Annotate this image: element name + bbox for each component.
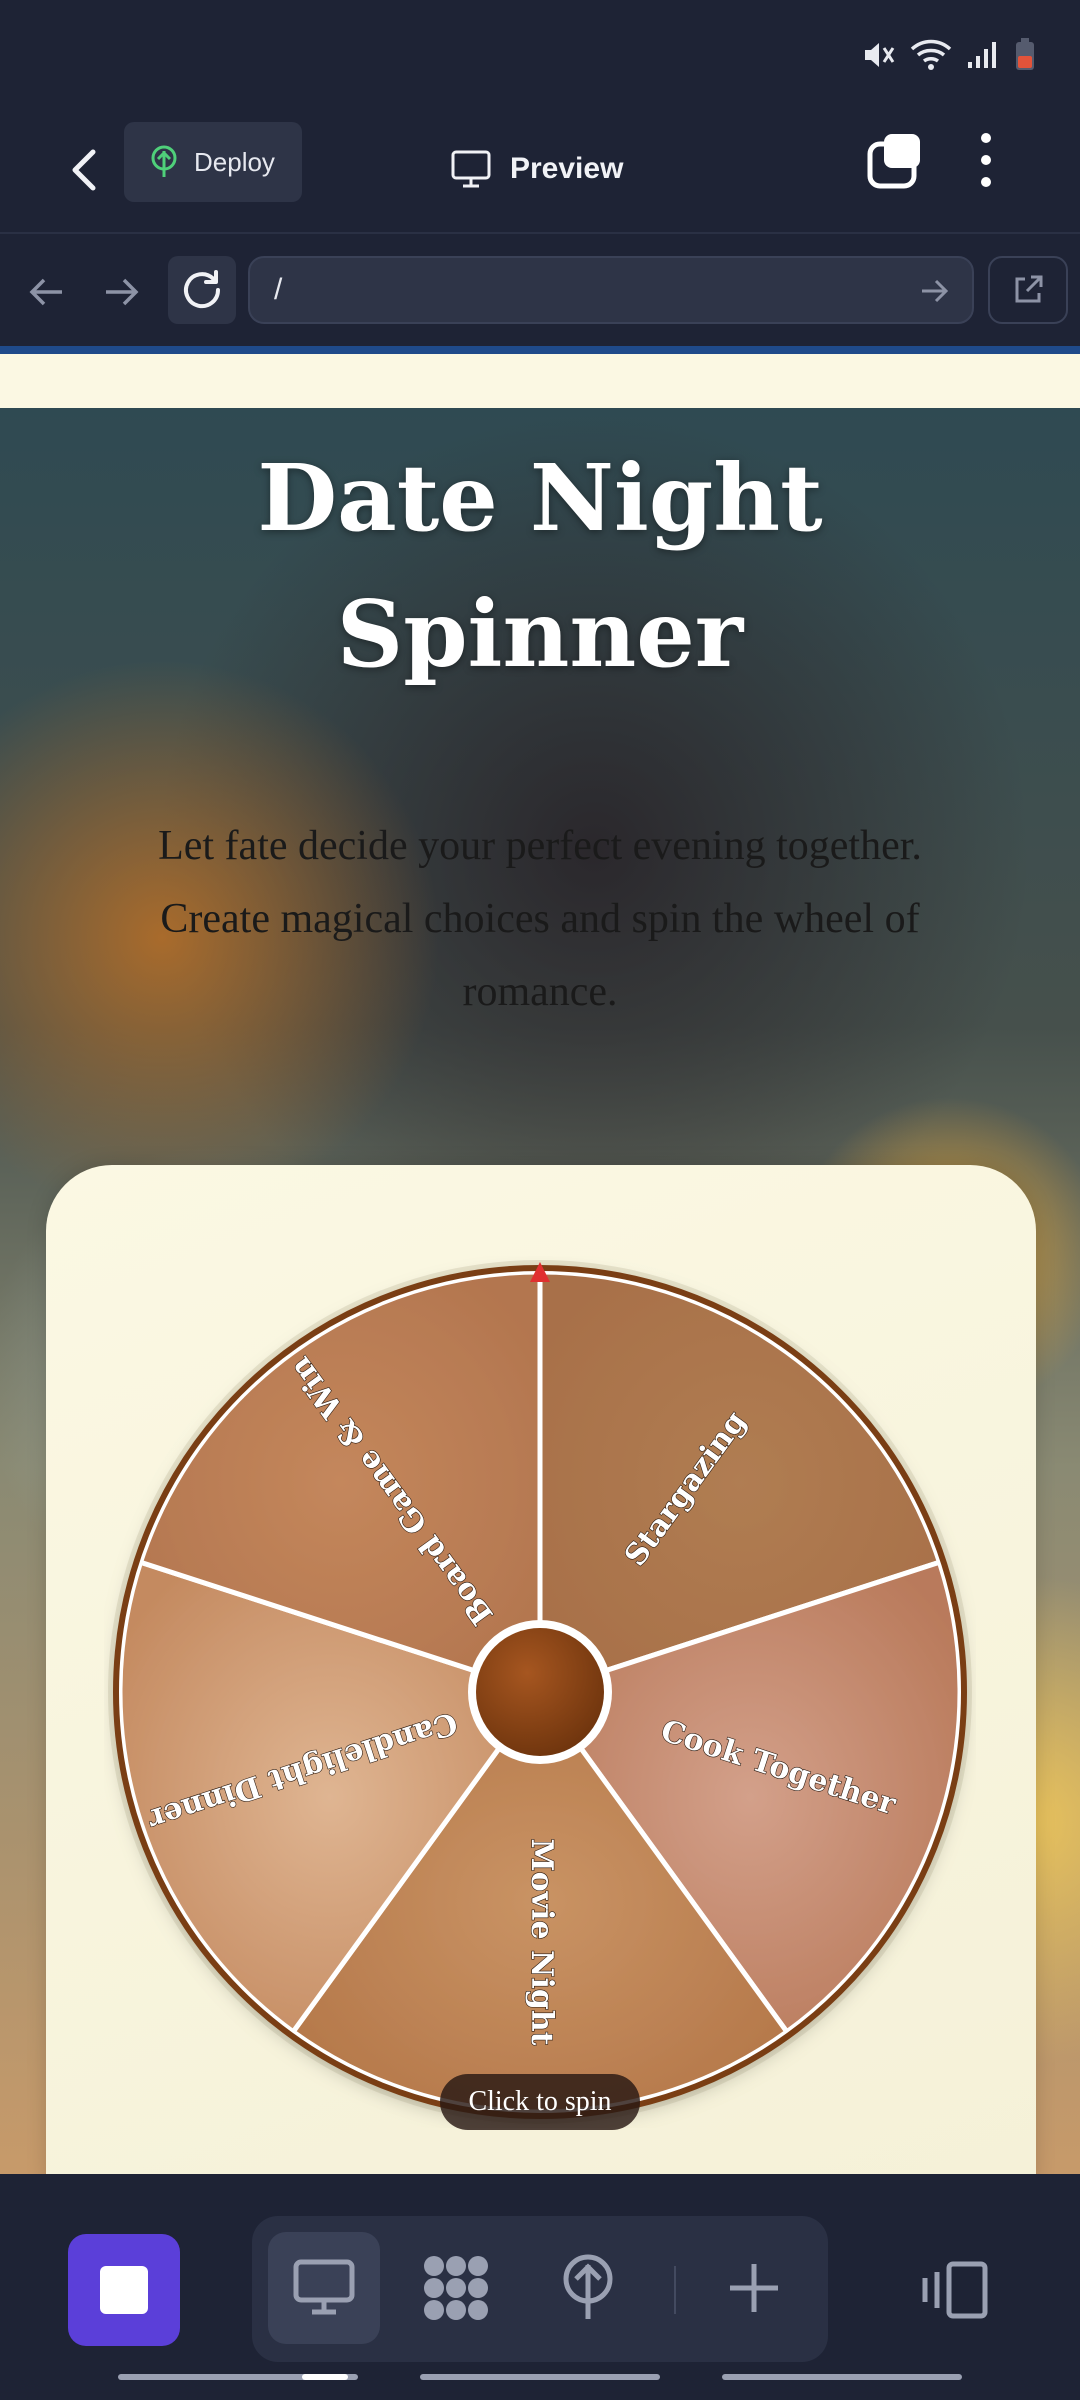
- page-subtitle: Let fate decide your perfect evening tog…: [40, 810, 1040, 1029]
- stop-icon: [100, 2266, 148, 2314]
- deploy-label: Deploy: [194, 146, 275, 177]
- reload-icon: [184, 270, 221, 309]
- page-progress-line: [0, 346, 1080, 354]
- browser-toolbar: /: [0, 232, 1080, 348]
- back-button[interactable]: [56, 134, 112, 206]
- spinner-wheel[interactable]: Stargazing Cook Together Movie Night Candle…: [104, 1256, 976, 2128]
- spin-button[interactable]: Click to spin: [440, 2074, 640, 2130]
- monitor-icon: [451, 150, 491, 188]
- chevron-left-icon: [72, 149, 96, 191]
- nav-back-button[interactable]: [18, 264, 74, 320]
- add-button[interactable]: [698, 2232, 810, 2344]
- title-line: Date Night: [257, 444, 823, 552]
- external-link-icon: [1015, 275, 1043, 303]
- desktop-view-button[interactable]: [268, 2232, 380, 2344]
- more-vertical-icon: [981, 133, 991, 187]
- plus-icon: [730, 2264, 778, 2312]
- wheel-segment-label: Movie Night: [524, 1838, 559, 2045]
- monitor-icon: [293, 2259, 355, 2315]
- bottom-toolbar: [0, 2174, 1080, 2400]
- arrow-left-icon: [29, 278, 62, 306]
- gesture-bar: [420, 2374, 660, 2380]
- url-input[interactable]: /: [248, 256, 974, 324]
- deploy-icon: [151, 145, 177, 177]
- wheel-hub[interactable]: [476, 1628, 604, 1756]
- url-value: /: [274, 273, 283, 306]
- deploy-tool-button[interactable]: [532, 2232, 644, 2344]
- mute-icon: [865, 43, 895, 67]
- panel-toggle-button[interactable]: [908, 2234, 1004, 2346]
- panel-icon: [922, 2261, 988, 2319]
- status-icons: [862, 38, 1036, 72]
- integrations-button[interactable]: [400, 2232, 512, 2344]
- deploy-button[interactable]: Deploy: [124, 122, 302, 202]
- tabs-icon: [867, 134, 920, 189]
- wifi-icon: [910, 39, 952, 70]
- subtitle-line: Create magical choices and spin the whee…: [160, 896, 920, 942]
- toolbar-divider: [674, 2266, 676, 2314]
- nav-forward-button[interactable]: [94, 264, 150, 320]
- preview-tab[interactable]: Preview: [450, 134, 623, 204]
- app-bar: Deploy Preview: [0, 110, 1080, 232]
- tool-group: [252, 2216, 828, 2362]
- reload-button[interactable]: [168, 256, 236, 324]
- nodes-icon: [424, 2256, 488, 2320]
- gesture-bar-active: [302, 2374, 348, 2380]
- signal-icon: [968, 42, 996, 68]
- more-options-button[interactable]: [976, 130, 1016, 200]
- subtitle-line: romance.: [462, 969, 618, 1015]
- gesture-bar: [722, 2374, 962, 2380]
- status-bar: [0, 0, 1080, 110]
- title-line: Spinner: [336, 580, 744, 688]
- wheel-svg[interactable]: StargazingCook TogetherMovie NightCandle…: [104, 1256, 976, 2128]
- page-title: Date Night Spinner: [0, 430, 1080, 702]
- preview-label: Preview: [510, 152, 624, 185]
- stop-button[interactable]: [68, 2234, 180, 2346]
- battery-icon: [1016, 38, 1034, 70]
- deploy-icon: [563, 2254, 613, 2319]
- open-external-button[interactable]: [988, 256, 1068, 324]
- arrow-right-icon: [106, 278, 139, 306]
- subtitle-line: Let fate decide your perfect evening tog…: [158, 823, 922, 869]
- go-arrow-icon[interactable]: [920, 274, 950, 308]
- tabs-button[interactable]: [864, 130, 928, 200]
